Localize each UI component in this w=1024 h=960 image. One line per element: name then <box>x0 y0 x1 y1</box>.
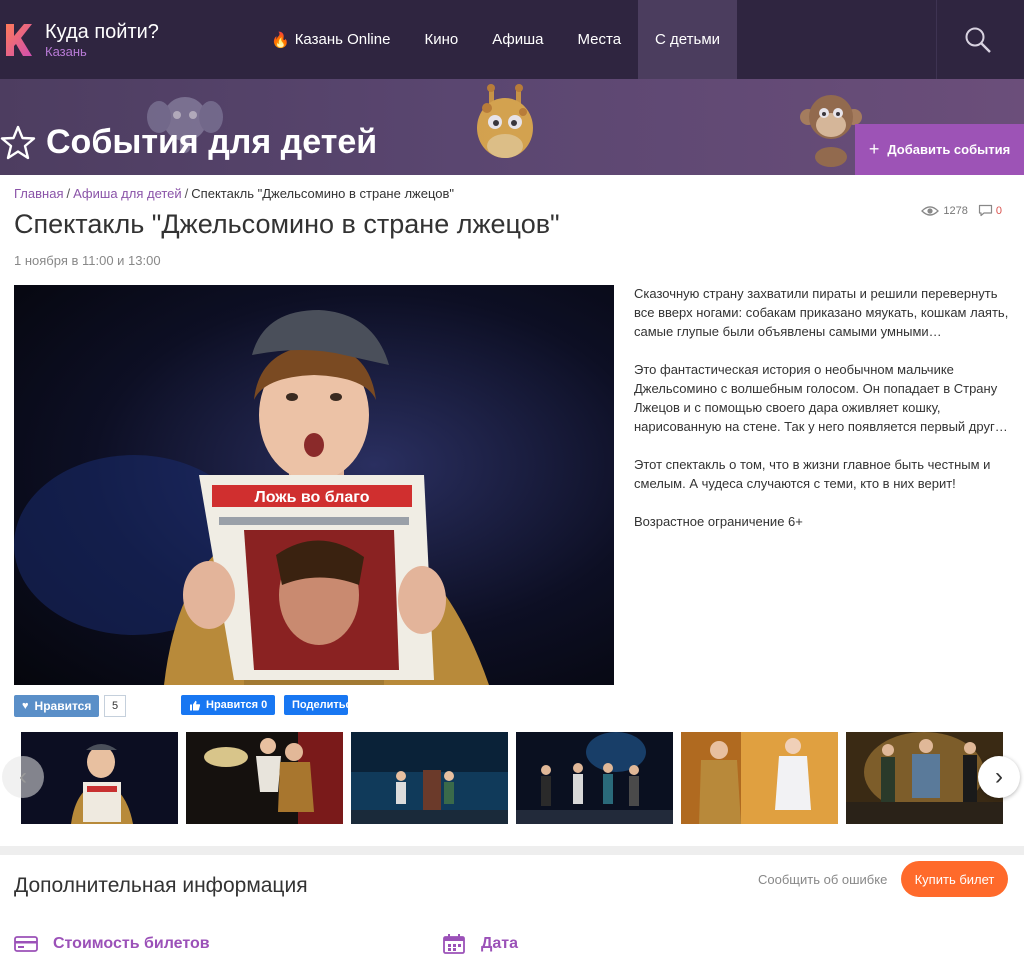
calendar-icon <box>443 934 465 954</box>
like-button[interactable]: ♥ Нравится <box>14 695 100 717</box>
description-paragraph: Сказочную страну захватили пираты и реши… <box>634 286 1009 339</box>
gallery-thumbnail[interactable] <box>186 732 343 824</box>
additional-info-heading: Дополнительная информация <box>14 874 308 897</box>
facebook-like-label: Нравится 0 <box>206 699 268 711</box>
nav-item-label: Казань Online <box>294 31 391 48</box>
gallery-prev-button[interactable]: ‹ <box>2 756 44 798</box>
fire-icon: 🔥 <box>271 31 290 49</box>
gallery-photo <box>186 732 343 824</box>
gallery-next-button[interactable]: › <box>978 756 1020 798</box>
section-divider <box>0 846 1024 855</box>
gallery-thumbnail[interactable] <box>21 732 178 824</box>
nav-item-s-detmi[interactable]: С детьми <box>638 0 738 79</box>
hero-banner: События для детей + Добавить события <box>0 79 1024 175</box>
chevron-left-icon: ‹ <box>19 763 27 790</box>
plus-icon: + <box>868 139 880 159</box>
gallery-photo <box>21 732 178 824</box>
brand-city[interactable]: Казань <box>45 44 159 60</box>
gallery-thumbnail[interactable] <box>681 732 838 824</box>
date-label: Дата <box>481 935 519 952</box>
ticket-price-row: Стоимость билетов <box>14 934 210 954</box>
breadcrumb-separator: / <box>184 186 189 201</box>
buy-ticket-button[interactable]: Купить билет <box>901 861 1008 897</box>
nav-item-afisha[interactable]: Афиша <box>475 0 560 79</box>
nav-item-kazan-online[interactable]: 🔥 Казань Online <box>254 0 407 79</box>
nav-item-label: С детьми <box>655 31 721 48</box>
credit-card-icon <box>14 936 38 952</box>
nav-item-label: Афиша <box>492 31 544 48</box>
breadcrumb-section-link[interactable]: Афиша для детей <box>73 186 182 201</box>
gallery-thumbnail[interactable] <box>516 732 673 824</box>
description-paragraph: Этот спектакль о том, что в жизни главно… <box>634 457 991 491</box>
gallery-photo <box>516 732 673 824</box>
brand-title: Куда пойти? <box>45 21 159 43</box>
star-icon[interactable] <box>0 125 36 161</box>
page-title: Спектакль "Джельсомино в стране лжецов" <box>14 209 560 239</box>
hero-title: События для детей <box>0 123 377 162</box>
report-error-link[interactable]: Сообщить об ошибке <box>758 872 887 887</box>
like-count: 5 <box>104 695 126 717</box>
breadcrumb-current: Спектакль "Джельсомино в стране лжецов" <box>191 186 455 201</box>
top-navbar: Куда пойти? Казань 🔥 Казань Online Кино А… <box>0 0 1024 79</box>
chevron-right-icon: › <box>995 763 1003 790</box>
nav-item-kino[interactable]: Кино <box>407 0 475 79</box>
monkey-illustration <box>800 95 862 167</box>
comment-icon[interactable] <box>978 204 993 217</box>
comments-count[interactable]: 0 <box>996 205 1002 217</box>
gallery-photo <box>681 732 838 824</box>
facebook-share-button[interactable]: Поделиться <box>284 695 348 715</box>
main-nav: 🔥 Казань Online Кино Афиша Места С детьми <box>254 0 738 79</box>
kuda-logo-icon[interactable] <box>3 22 33 58</box>
nav-item-mesta[interactable]: Места <box>560 0 638 79</box>
thumbs-up-icon <box>190 700 201 710</box>
nav-divider <box>936 0 937 79</box>
views-count: 1278 <box>943 204 968 217</box>
breadcrumb: Главная / Афиша для детей / Спектакль "Джель… <box>14 186 454 201</box>
age-restriction: Возрастное ограничение 6+ <box>634 514 803 529</box>
facebook-like-button[interactable]: Нравится 0 <box>181 695 276 715</box>
nav-item-label: Кино <box>424 31 459 48</box>
ticket-price-label: Стоимость билетов <box>53 935 210 952</box>
newspaper-headline: Ложь во благо <box>254 489 369 506</box>
like-label: Нравится <box>34 699 92 713</box>
eye-icon <box>921 205 940 216</box>
actor-photo-illustration: Ложь во благо <box>14 310 489 685</box>
gallery-thumbnail[interactable] <box>351 732 508 824</box>
event-main-photo[interactable]: Ложь во благо <box>14 285 614 685</box>
date-row: Дата <box>442 934 518 954</box>
giraffe-illustration <box>477 84 533 158</box>
brand[interactable]: Куда пойти? Казань <box>45 20 159 60</box>
gallery-photo <box>351 732 508 824</box>
description-paragraph: Это фантастическая история о необычном м… <box>634 362 1008 434</box>
nav-item-label: Места <box>577 31 622 48</box>
event-date: 1 ноября в 11:00 и 13:00 <box>14 253 161 268</box>
event-description: Сказочную страну захватили пираты и реши… <box>634 284 1009 550</box>
add-event-label: Добавить события <box>887 142 1011 157</box>
breadcrumb-home-link[interactable]: Главная <box>14 186 63 201</box>
add-event-button[interactable]: + Добавить события <box>855 124 1024 175</box>
event-stats: 1278 0 <box>921 204 1002 217</box>
heart-icon: ♥ <box>22 700 29 712</box>
photo-gallery: ‹ › <box>0 732 1024 824</box>
breadcrumb-separator: / <box>66 186 71 201</box>
hero-title-text: События для детей <box>46 123 378 161</box>
search-icon[interactable] <box>964 26 992 54</box>
